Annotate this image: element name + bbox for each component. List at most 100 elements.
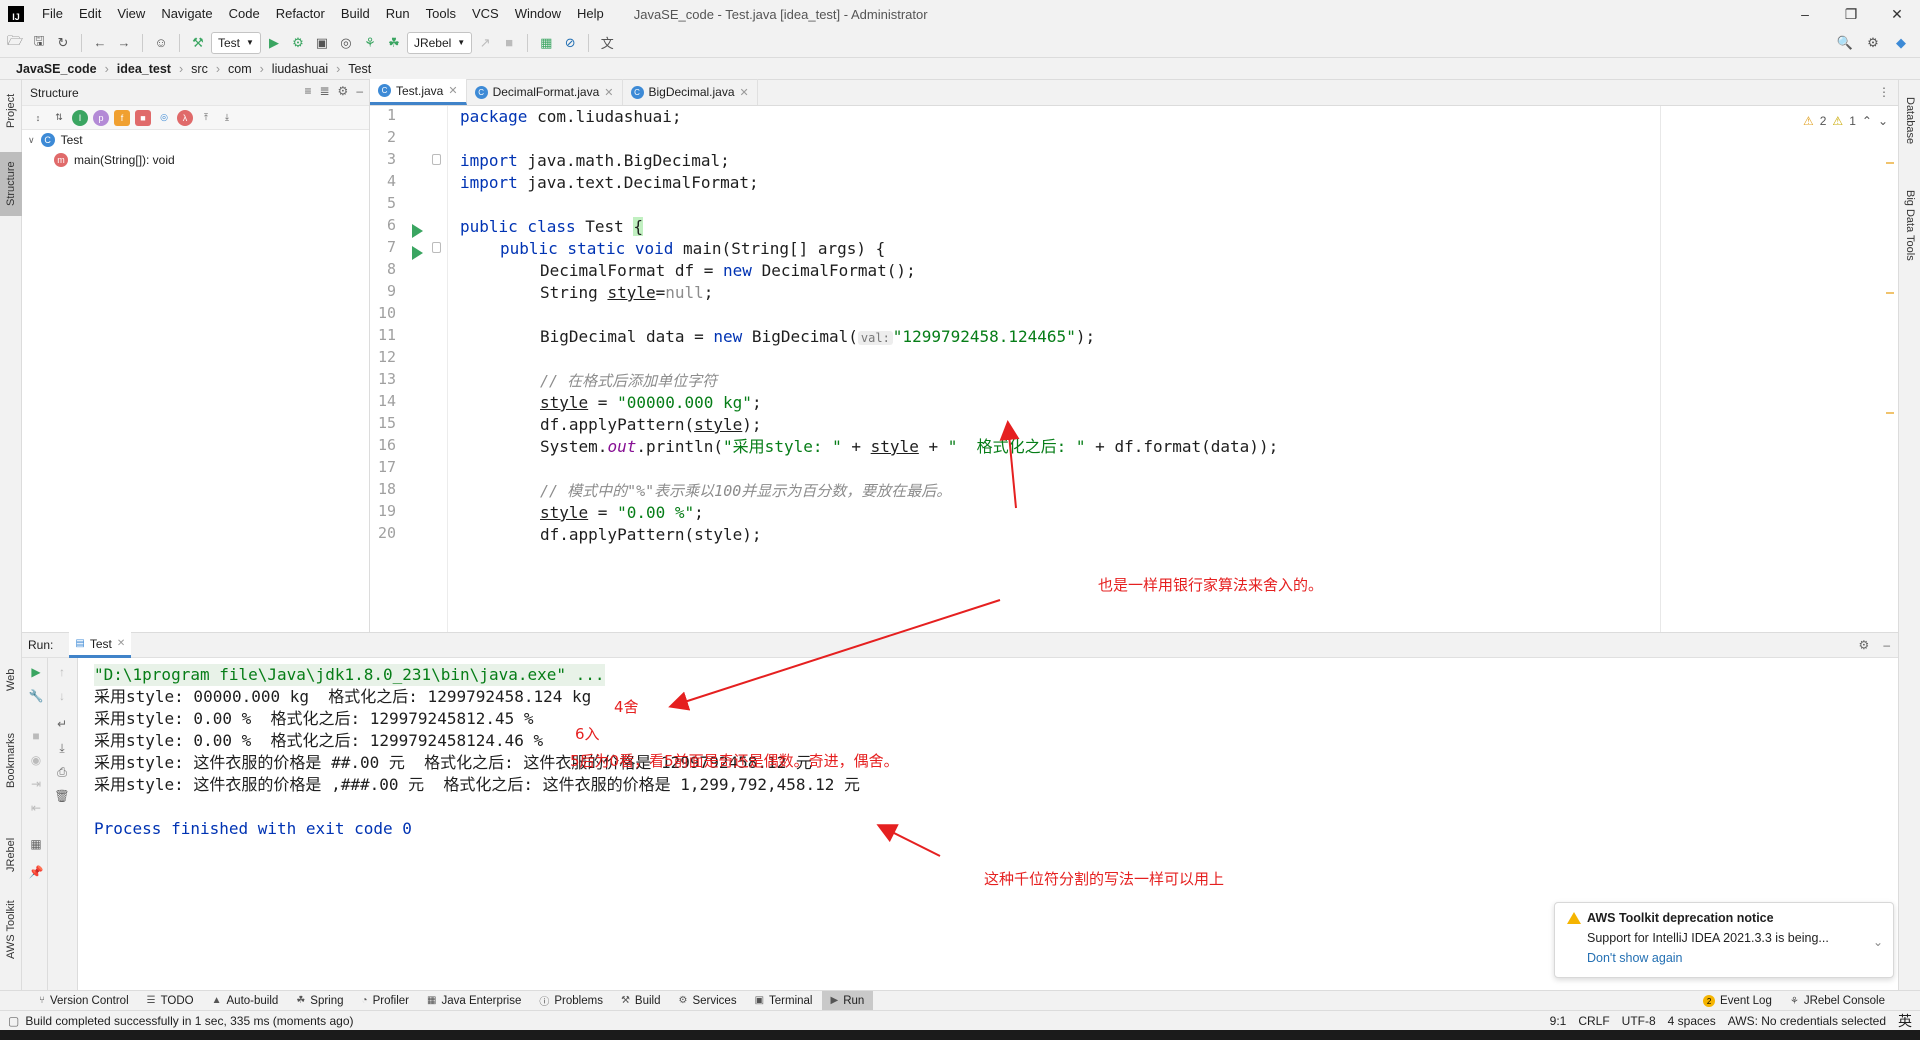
jrebel-run-icon[interactable]: ⚘ — [359, 32, 381, 54]
user-icon[interactable]: ☺ — [150, 32, 172, 54]
close-tab-icon[interactable]: ✕ — [604, 86, 613, 99]
chevron-down-icon[interactable]: ∨ — [28, 135, 35, 146]
show-lambdas-icon[interactable]: λ — [177, 109, 193, 126]
tab-spring[interactable]: ☘ Spring — [287, 991, 352, 1011]
chevron-down-icon[interactable]: ⌄ — [1878, 114, 1888, 128]
ime-indicator[interactable]: 英 — [1898, 1011, 1912, 1031]
line-separator[interactable]: CRLF — [1578, 1014, 1609, 1028]
run-config-select[interactable]: Test ▼ — [211, 31, 261, 54]
chevron-up-icon[interactable]: ⌃ — [1862, 114, 1872, 128]
wrench-icon[interactable]: 🔧 — [28, 688, 44, 704]
tree-row-class[interactable]: ∨ C Test — [22, 130, 369, 150]
soft-wrap-icon[interactable]: ↵ — [54, 716, 70, 732]
login-icon[interactable]: ⇤ — [28, 800, 44, 816]
breadcrumb-module[interactable]: idea_test — [113, 62, 175, 76]
run-main-gutter-icon[interactable] — [412, 246, 423, 260]
sort-visibility-icon[interactable]: ↕ — [30, 110, 46, 126]
menu-tools[interactable]: Tools — [418, 0, 464, 28]
aws-deprecation-notification[interactable]: AWS Toolkit deprecation notice Support f… — [1554, 902, 1894, 978]
debug-icon[interactable]: ⚙ — [287, 32, 309, 54]
run-icon[interactable]: ▶ — [263, 32, 285, 54]
menu-file[interactable]: File — [34, 0, 71, 28]
chevron-down-icon[interactable]: ⌄ — [1873, 935, 1883, 949]
lock-icon[interactable]: ■ — [135, 109, 151, 126]
bookmarks-tool-tab[interactable]: Bookmarks — [0, 720, 22, 800]
inspection-widget[interactable]: ⚠ 2 ⚠ 1 ⌃ ⌄ — [1803, 114, 1888, 128]
disable-icon[interactable]: ⊘ — [559, 32, 581, 54]
exit-icon[interactable]: ⇥ — [28, 776, 44, 792]
camera-icon[interactable]: ◉ — [28, 752, 44, 768]
jrebel-select[interactable]: JRebel ▼ — [406, 31, 473, 54]
file-encoding[interactable]: UTF-8 — [1622, 1014, 1656, 1028]
project-tool-tab[interactable]: Project — [0, 86, 22, 136]
menu-window[interactable]: Window — [507, 0, 569, 28]
build-hammer-icon[interactable]: ⚒ — [187, 32, 209, 54]
forward-icon[interactable]: → — [113, 32, 135, 54]
save-icon[interactable]: 🖫 — [28, 32, 50, 54]
caret-position[interactable]: 9:1 — [1550, 1014, 1567, 1028]
hide-icon[interactable]: – — [356, 84, 363, 98]
status-message[interactable]: Build completed successfully in 1 sec, 3… — [25, 1014, 353, 1028]
menu-vcs[interactable]: VCS — [464, 0, 507, 28]
structure-tool-tab[interactable]: Structure — [0, 152, 22, 216]
tab-run[interactable]: ▶ Run — [821, 990, 874, 1011]
profile-icon[interactable]: ◎ — [335, 32, 357, 54]
big-data-tools-tab[interactable]: Big Data Tools — [1899, 180, 1920, 270]
close-icon[interactable]: ✕ — [1874, 0, 1920, 28]
open-folder-icon[interactable]: 🗁 — [4, 32, 26, 54]
code-editor[interactable]: 1 2 3 4 5 6 7 8 9 10 11 12 13 14 15 16 1… — [370, 106, 1898, 632]
autoscroll-to-source-icon[interactable]: ⤒ — [198, 110, 214, 126]
tab-test-java[interactable]: C Test.java ✕ — [370, 79, 467, 105]
rerun-icon[interactable]: ▶ — [28, 664, 44, 680]
menu-build[interactable]: Build — [333, 0, 378, 28]
sort-alpha-icon[interactable]: ⇅ — [51, 110, 67, 126]
aws-credentials[interactable]: AWS: No credentials selected — [1728, 1014, 1886, 1028]
jrebel-tool-tab[interactable]: JRebel — [0, 825, 22, 885]
back-icon[interactable]: ← — [89, 32, 111, 54]
stop-icon[interactable]: ■ — [28, 728, 44, 744]
settings-icon[interactable]: ⚙ — [1862, 32, 1884, 54]
tab-todo[interactable]: ☰ TODO — [138, 991, 203, 1011]
tab-jrebel-console[interactable]: ⚘ JRebel Console — [1781, 991, 1894, 1011]
tab-event-log[interactable]: 2 Event Log — [1694, 991, 1781, 1011]
breadcrumb-class[interactable]: Test — [344, 62, 375, 76]
close-tab-icon[interactable]: ✕ — [117, 638, 125, 649]
tab-services[interactable]: ⚙ Services — [670, 991, 746, 1011]
show-fields-icon[interactable]: f — [114, 109, 130, 126]
fold-icon[interactable] — [432, 154, 441, 165]
tree-row-method[interactable]: m main(String[]): void — [22, 150, 369, 170]
close-tab-icon[interactable]: ✕ — [740, 86, 749, 99]
minimize-icon[interactable]: – — [1782, 0, 1828, 28]
tab-build[interactable]: ⚒ Build — [612, 991, 670, 1011]
menu-view[interactable]: View — [109, 0, 153, 28]
tab-problems[interactable]: ⓘ Problems — [530, 991, 612, 1011]
menu-refactor[interactable]: Refactor — [268, 0, 333, 28]
fold-icon[interactable] — [432, 242, 441, 253]
tab-terminal[interactable]: ▣ Terminal — [746, 991, 822, 1011]
web-tool-tab[interactable]: Web — [0, 660, 22, 700]
tab-profiler[interactable]: ◔ Profiler — [353, 991, 418, 1011]
gear-icon[interactable]: ⚙ — [338, 84, 349, 98]
dont-show-again-link[interactable]: Don't show again — [1567, 951, 1881, 965]
monitor-icon[interactable]: ▦ — [535, 32, 557, 54]
editor-scrollbar[interactable] — [1886, 142, 1894, 442]
breadcrumb-package[interactable]: liudashuai — [268, 62, 332, 76]
translate-icon[interactable]: 文 — [596, 32, 618, 54]
jrebel-debug-icon[interactable]: ☘ — [383, 32, 405, 54]
stop-icon[interactable]: ■ — [498, 32, 520, 54]
database-tool-tab[interactable]: Database — [1899, 86, 1920, 156]
toolbox-icon[interactable]: ◆ — [1890, 32, 1912, 54]
sync-icon[interactable]: ↻ — [52, 32, 74, 54]
collapse-all-icon[interactable]: ≣ — [319, 84, 329, 98]
menu-edit[interactable]: Edit — [71, 0, 109, 28]
arrow-down-icon[interactable]: ↓ — [54, 688, 70, 704]
print-icon[interactable]: ⎙ — [54, 764, 70, 780]
breadcrumb-src[interactable]: src — [187, 62, 212, 76]
coverage-icon[interactable]: ▣ — [311, 32, 333, 54]
tab-auto-build[interactable]: ▲ Auto-build — [203, 991, 288, 1011]
show-properties-icon[interactable]: p — [93, 109, 109, 126]
attach-icon[interactable]: ↗ — [474, 32, 496, 54]
expand-all-icon[interactable]: ≡ — [304, 84, 311, 98]
tab-decimalformat-java[interactable]: C DecimalFormat.java ✕ — [467, 79, 623, 105]
run-tab-test[interactable]: ▤ Test ✕ — [69, 632, 132, 658]
